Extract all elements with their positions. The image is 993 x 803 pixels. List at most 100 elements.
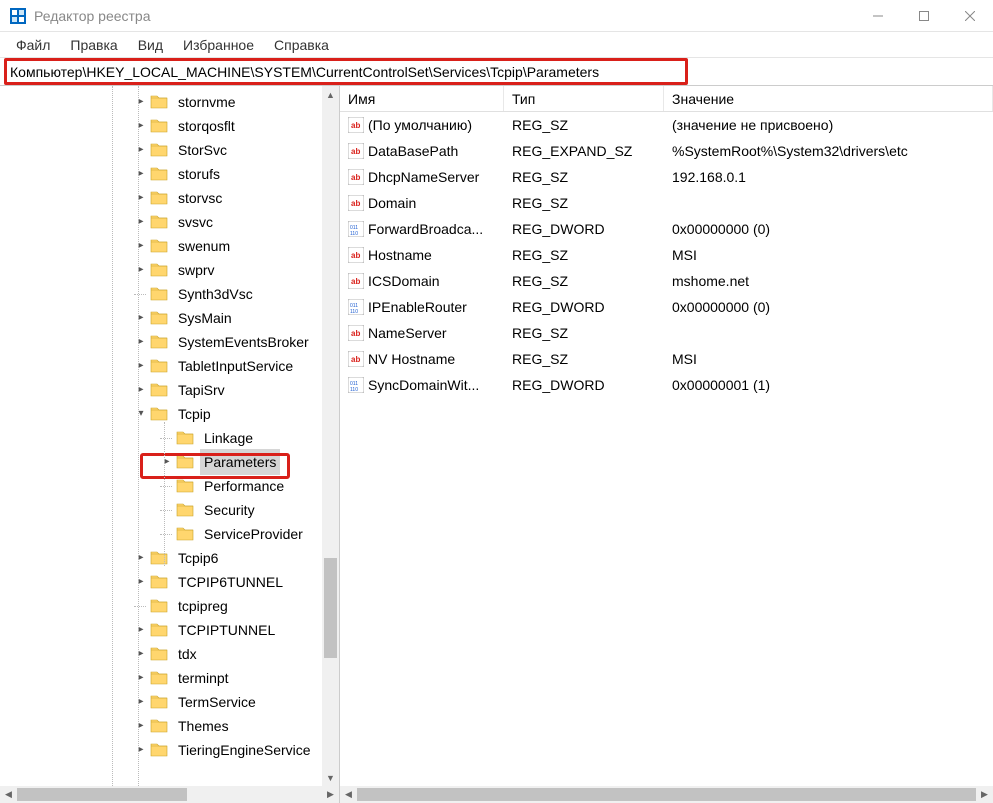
list-row[interactable]: ForwardBroadca...REG_DWORD0x00000000 (0): [340, 216, 993, 242]
tree-item-termservice[interactable]: ▸TermService: [0, 690, 339, 714]
tree-item-label: Linkage: [200, 425, 257, 451]
value-type: REG_EXPAND_SZ: [504, 138, 664, 164]
tree-item-label: Themes: [174, 713, 233, 739]
value-name: (По умолчанию): [368, 117, 472, 133]
expand-toggle-icon[interactable]: ▸: [134, 695, 148, 709]
tree-item-storvsc[interactable]: ▸ storvsc: [0, 186, 339, 210]
col-header-value[interactable]: Значение: [664, 86, 993, 111]
address-bar[interactable]: Компьютер\HKEY_LOCAL_MACHINE\SYSTEM\Curr…: [4, 61, 989, 83]
expand-toggle-icon[interactable]: ▾: [134, 407, 148, 421]
hscroll-left-button-2[interactable]: ◀: [340, 786, 357, 803]
list-row[interactable]: DomainREG_SZ: [340, 190, 993, 216]
expand-toggle-icon[interactable]: ▸: [134, 551, 148, 565]
tree-item-tieringenginesvc[interactable]: ▸TieringEngineService: [0, 738, 339, 762]
list-row[interactable]: SyncDomainWit...REG_DWORD0x00000001 (1): [340, 372, 993, 398]
tree-item-synth3dvsc[interactable]: Synth3dVsc: [0, 282, 339, 306]
col-header-type[interactable]: Тип: [504, 86, 664, 111]
expand-toggle-icon[interactable]: ▸: [134, 119, 148, 133]
list-row[interactable]: (По умолчанию)REG_SZ(значение не присвое…: [340, 112, 993, 138]
expand-toggle-icon[interactable]: ▸: [134, 143, 148, 157]
tree-item-serviceprovider[interactable]: ServiceProvider: [0, 522, 339, 546]
expand-toggle-icon[interactable]: ▸: [134, 383, 148, 397]
tree-item-storsvc[interactable]: ▸StorSvc: [0, 138, 339, 162]
tree-item-linkage[interactable]: Linkage: [0, 426, 339, 450]
tree-item-parameters[interactable]: ▸ Parameters: [0, 450, 339, 474]
tree-item-tdx[interactable]: ▸tdx: [0, 642, 339, 666]
expand-toggle-icon[interactable]: ▸: [134, 671, 148, 685]
menu-file[interactable]: Файл: [6, 35, 60, 55]
menu-help[interactable]: Справка: [264, 35, 339, 55]
expand-toggle-icon[interactable]: ▸: [134, 311, 148, 325]
tree-item-tcpiptunnel[interactable]: ▸TCPIPTUNNEL: [0, 618, 339, 642]
tree-item-label: Parameters: [200, 449, 280, 475]
value-data: [664, 190, 993, 216]
tree-item-storqosflt[interactable]: ▸storqosflt: [0, 114, 339, 138]
list-row[interactable]: NV HostnameREG_SZMSI: [340, 346, 993, 372]
list-row[interactable]: ICSDomainREG_SZmshome.net: [340, 268, 993, 294]
menu-view[interactable]: Вид: [128, 35, 173, 55]
tree-item-label: storvsc: [174, 185, 226, 211]
tree-item-swprv[interactable]: ▸swprv: [0, 258, 339, 282]
expand-toggle-icon[interactable]: ▸: [134, 239, 148, 253]
tree-item-tabletinputservice[interactable]: ▸TabletInputService: [0, 354, 339, 378]
expand-toggle-icon[interactable]: ▸: [134, 743, 148, 757]
tree-item-syseventsbroker[interactable]: ▸SystemEventsBroker: [0, 330, 339, 354]
expand-toggle-icon[interactable]: ▸: [134, 191, 148, 205]
folder-icon: [150, 190, 168, 206]
menu-edit[interactable]: Правка: [60, 35, 127, 55]
list-header: Имя Тип Значение: [340, 86, 993, 112]
col-header-name[interactable]: Имя: [340, 86, 504, 111]
scroll-up-icon[interactable]: ▲: [322, 86, 339, 103]
tree-item-storufs[interactable]: ▸ storufs: [0, 162, 339, 186]
list-row[interactable]: HostnameREG_SZMSI: [340, 242, 993, 268]
expand-toggle-icon[interactable]: ▸: [134, 167, 148, 181]
expand-toggle-icon[interactable]: ▸: [134, 263, 148, 277]
reg-string-icon: [348, 169, 364, 185]
tree-item-terminpt[interactable]: ▸ terminpt: [0, 666, 339, 690]
expand-toggle-icon[interactable]: ▸: [134, 95, 148, 109]
value-data: 0x00000001 (1): [664, 372, 993, 398]
folder-icon: [150, 718, 168, 734]
tree-scrollbar[interactable]: ▲ ▼: [322, 86, 339, 786]
hscroll-right-thumb[interactable]: [357, 788, 976, 801]
expand-toggle-icon[interactable]: ▸: [134, 647, 148, 661]
expand-toggle-icon[interactable]: ▸: [134, 335, 148, 349]
menu-favorites[interactable]: Избранное: [173, 35, 264, 55]
tree-item-themes[interactable]: ▸ Themes: [0, 714, 339, 738]
minimize-button[interactable]: [855, 0, 901, 32]
tree-item-sysmain[interactable]: ▸SysMain: [0, 306, 339, 330]
tree-item-tcpip[interactable]: ▾Tcpip: [0, 402, 339, 426]
value-name: ForwardBroadca...: [368, 221, 483, 237]
close-button[interactable]: [947, 0, 993, 32]
hscroll-right-button-2[interactable]: ▶: [976, 786, 993, 803]
tree-item-svsvc[interactable]: ▸svsvc: [0, 210, 339, 234]
expand-toggle-icon[interactable]: ▸: [134, 623, 148, 637]
tree-item-stornvme[interactable]: ▸stornvme: [0, 90, 339, 114]
hscroll-left-button[interactable]: ◀: [0, 786, 17, 803]
folder-icon: [150, 382, 168, 398]
tree-item-security[interactable]: Security: [0, 498, 339, 522]
tree-item-swenum[interactable]: ▸swenum: [0, 234, 339, 258]
expand-toggle-icon[interactable]: ▸: [160, 455, 174, 469]
tree-item-performance[interactable]: Performance: [0, 474, 339, 498]
expand-toggle-icon[interactable]: ▸: [134, 359, 148, 373]
folder-icon: [150, 142, 168, 158]
expand-toggle-icon[interactable]: ▸: [134, 575, 148, 589]
hscroll-right-button[interactable]: ▶: [322, 786, 339, 803]
expand-toggle-icon[interactable]: ▸: [134, 215, 148, 229]
tree-item-tcpip6[interactable]: ▸Tcpip6: [0, 546, 339, 570]
tree-item-tapisrv[interactable]: ▸TapiSrv: [0, 378, 339, 402]
list-row[interactable]: DataBasePathREG_EXPAND_SZ%SystemRoot%\Sy…: [340, 138, 993, 164]
expand-toggle-icon[interactable]: ▸: [134, 719, 148, 733]
hscroll-left-thumb[interactable]: [17, 788, 187, 801]
tree-item-label: storufs: [174, 161, 224, 187]
tree-item-label: terminpt: [174, 665, 233, 691]
scroll-thumb[interactable]: [324, 558, 337, 658]
scroll-down-icon[interactable]: ▼: [322, 769, 339, 786]
list-row[interactable]: NameServerREG_SZ: [340, 320, 993, 346]
list-row[interactable]: IPEnableRouterREG_DWORD0x00000000 (0): [340, 294, 993, 320]
list-row[interactable]: DhcpNameServerREG_SZ192.168.0.1: [340, 164, 993, 190]
tree-item-tcpip6tunnel[interactable]: ▸TCPIP6TUNNEL: [0, 570, 339, 594]
maximize-button[interactable]: [901, 0, 947, 32]
tree-item-tcpipreg[interactable]: tcpipreg: [0, 594, 339, 618]
